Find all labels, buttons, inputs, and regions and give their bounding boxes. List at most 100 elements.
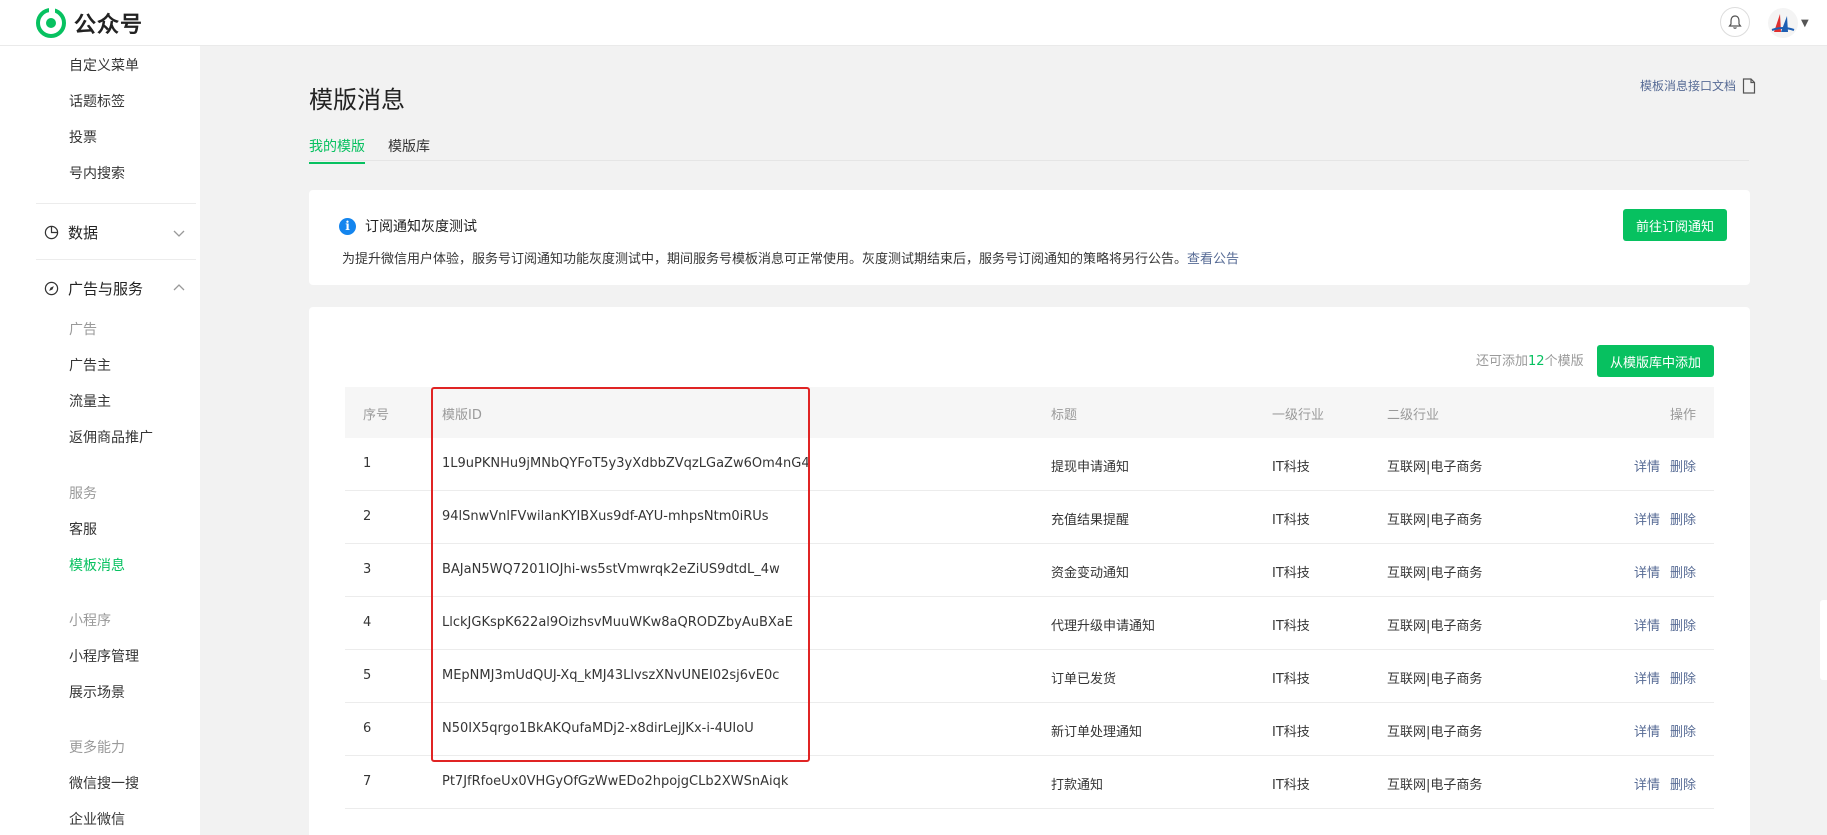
sidebar-group-ads-services[interactable]: 广告与服务 <box>44 278 143 299</box>
cell-template-id: 1L9uPKNHu9jMNbQYFoT5y3yXdbbZVqzLGaZw6Om4… <box>442 456 810 471</box>
sidebar-category-mini-program: 小程序 <box>69 613 111 629</box>
header-index: 序号 <box>363 408 390 423</box>
sidebar-category-more: 更多能力 <box>69 740 125 756</box>
cell-template-id: BAJaN5WQ7201lOJhi-ws5stVmwrqk2eZiUS9dtdL… <box>442 562 780 577</box>
cell-industry-1: IT科技 <box>1272 725 1310 740</box>
cell-index: 5 <box>363 668 372 683</box>
cell-industry-2: 互联网|电子商务 <box>1387 672 1483 687</box>
sidebar-item-mini-program-management[interactable]: 小程序管理 <box>69 646 139 666</box>
cell-industry-1: IT科技 <box>1272 619 1310 634</box>
chevron-up-icon[interactable] <box>172 281 186 295</box>
cell-index: 2 <box>363 509 372 524</box>
cell-industry-2: 互联网|电子商务 <box>1387 725 1483 740</box>
sidebar-item-display-scenarios[interactable]: 展示场景 <box>69 682 125 702</box>
cell-title: 代理升级申请通知 <box>1051 619 1156 634</box>
notification-button[interactable] <box>1720 7 1750 37</box>
delete-link[interactable]: 删除 <box>1670 456 1696 475</box>
quota-prefix: 还可添加 <box>1476 354 1529 369</box>
cell-template-id: N50IX5qrgo1BkAKQufaMDj2-x8dirLejJKx-i-4U… <box>442 721 754 736</box>
table-row: 6 N50IX5qrgo1BkAKQufaMDj2-x8dirLejJKx-i-… <box>345 703 1714 756</box>
delete-link[interactable]: 删除 <box>1670 774 1696 793</box>
delete-link[interactable]: 删除 <box>1670 615 1696 634</box>
delete-link[interactable]: 删除 <box>1670 721 1696 740</box>
delete-link[interactable]: 删除 <box>1670 509 1696 528</box>
sidebar: 自定义菜单 话题标签 投票 号内搜索 数据 广告与服务 广告 广告主 流量主 返… <box>0 46 200 835</box>
header-title: 标题 <box>1051 408 1078 423</box>
notice-body: 为提升微信用户体验，服务号订阅通知功能灰度测试中，期间服务号模板消息可正常使用。… <box>342 252 1188 267</box>
sidebar-item-wechat-search[interactable]: 微信搜一搜 <box>69 773 139 793</box>
sidebar-item-in-account-search[interactable]: 号内搜索 <box>69 163 125 183</box>
cell-industry-2: 互联网|电子商务 <box>1387 778 1483 793</box>
logo[interactable]: 公众号 <box>36 7 143 39</box>
document-icon <box>1742 77 1756 94</box>
page-title: 模版消息 <box>309 86 405 114</box>
sidebar-item-vote[interactable]: 投票 <box>69 127 97 147</box>
sidebar-item-advertiser[interactable]: 广告主 <box>69 355 111 375</box>
cell-index: 3 <box>363 562 372 577</box>
pie-chart-icon <box>44 225 59 240</box>
cell-template-id: Pt7JfRfoeUx0VHGyOfGzWwEDo2hpojgCLb2XWSnA… <box>442 774 789 789</box>
sidebar-item-topic-tags[interactable]: 话题标签 <box>69 91 125 111</box>
detail-link[interactable]: 详情 <box>1634 668 1660 687</box>
cell-title: 新订单处理通知 <box>1051 725 1143 740</box>
sidebar-group-label: 数据 <box>68 224 99 242</box>
doc-link-label: 模板消息接口文档 <box>1640 79 1737 93</box>
detail-link[interactable]: 详情 <box>1634 774 1660 793</box>
tab-template-library[interactable]: 模版库 <box>388 136 430 162</box>
table-row: 4 LlckJGKspK622al9OizhsvMuuWKw8aQRODZbyA… <box>345 597 1714 650</box>
avatar[interactable] <box>1768 8 1798 38</box>
sidebar-group-data[interactable]: 数据 <box>44 222 98 243</box>
table-row: 5 MEpNMJ3mUdQUJ-Xq_kMJ43LlvszXNvUNEI02sj… <box>345 650 1714 703</box>
cell-index: 1 <box>363 456 372 471</box>
sidebar-item-custom-menu[interactable]: 自定义菜单 <box>69 55 139 75</box>
cell-index: 7 <box>363 774 372 789</box>
cell-title: 资金变动通知 <box>1051 566 1130 581</box>
delete-link[interactable]: 删除 <box>1670 668 1696 687</box>
detail-link[interactable]: 详情 <box>1634 562 1660 581</box>
sidebar-item-publisher[interactable]: 流量主 <box>69 391 111 411</box>
view-announcement-link[interactable]: 查看公告 <box>1187 252 1239 267</box>
chevron-down-icon[interactable] <box>172 226 186 240</box>
header-industry-2: 二级行业 <box>1387 408 1440 423</box>
sidebar-category-ads: 广告 <box>69 322 97 338</box>
detail-link[interactable]: 详情 <box>1634 456 1660 475</box>
sidebar-category-service: 服务 <box>69 486 97 502</box>
cell-title: 订单已发货 <box>1051 672 1117 687</box>
header-template-id: 模版ID <box>442 408 482 423</box>
quota-text: 还可添加12个模版 <box>1476 350 1584 369</box>
app-name: 公众号 <box>74 13 144 38</box>
doc-link[interactable]: 模板消息接口文档 <box>1640 77 1756 94</box>
info-icon: i <box>339 217 356 235</box>
sidebar-item-wecom[interactable]: 企业微信 <box>69 809 125 829</box>
go-subscription-button[interactable]: 前往订阅通知 <box>1623 209 1727 241</box>
cell-template-id: 94lSnwVnlFVwilanKYIBXus9df-AYU-mhpsNtm0i… <box>442 509 769 524</box>
tab-my-templates[interactable]: 我的模版 <box>309 136 365 164</box>
cell-index: 4 <box>363 615 372 630</box>
cell-industry-2: 互联网|电子商务 <box>1387 513 1483 528</box>
cell-industry-2: 互联网|电子商务 <box>1387 619 1483 634</box>
delete-link[interactable]: 删除 <box>1670 562 1696 581</box>
avatar-image-icon <box>1768 8 1798 38</box>
cell-title: 充值结果提醒 <box>1051 513 1130 528</box>
cell-title: 提现申请通知 <box>1051 460 1130 475</box>
chevron-down-icon[interactable]: ▼ <box>1801 18 1809 29</box>
detail-link[interactable]: 详情 <box>1634 721 1660 740</box>
add-from-library-button[interactable]: 从模版库中添加 <box>1597 345 1714 377</box>
cell-industry-1: IT科技 <box>1272 566 1310 581</box>
scrollbar[interactable] <box>1820 600 1827 680</box>
bell-icon <box>1728 15 1742 29</box>
cell-template-id: MEpNMJ3mUdQUJ-Xq_kMJ43LlvszXNvUNEI02sj6v… <box>442 668 780 683</box>
detail-link[interactable]: 详情 <box>1634 615 1660 634</box>
sidebar-item-commission-promotion[interactable]: 返佣商品推广 <box>69 427 153 447</box>
cell-industry-1: IT科技 <box>1272 460 1310 475</box>
cell-index: 6 <box>363 721 372 736</box>
tab-bar: 我的模版 模版库 <box>309 136 1749 164</box>
quota-suffix: 个模版 <box>1544 354 1584 369</box>
header-operations: 操作 <box>1670 408 1697 423</box>
sidebar-item-customer-service[interactable]: 客服 <box>69 519 97 539</box>
cell-title: 打款通知 <box>1051 778 1104 793</box>
detail-link[interactable]: 详情 <box>1634 509 1660 528</box>
sidebar-item-template-message[interactable]: 模板消息 <box>69 555 125 575</box>
notice-title-text: 订阅通知灰度测试 <box>365 219 477 235</box>
cell-industry-2: 互联网|电子商务 <box>1387 566 1483 581</box>
